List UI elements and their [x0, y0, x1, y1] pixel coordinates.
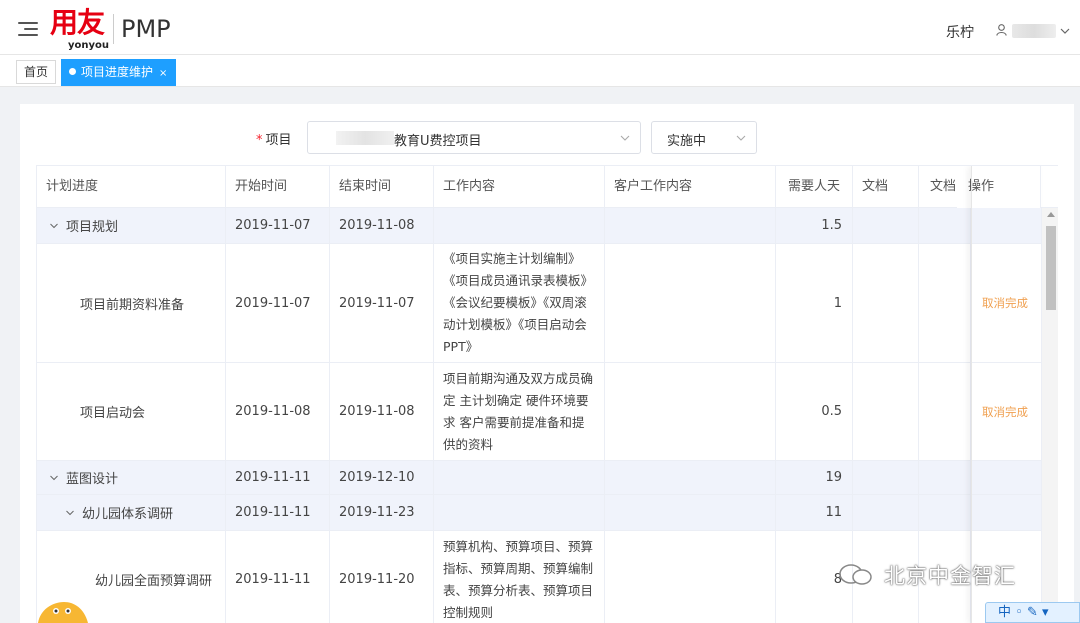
table-row[interactable]: 项目规划 2019-11-07 2019-11-08 1.5	[37, 208, 1041, 244]
table-row[interactable]: 项目前期资料准备 2019-11-07 2019-11-07 《项目实施主计划编…	[37, 244, 1041, 363]
menu-icon[interactable]	[18, 22, 38, 36]
chevron-down-icon[interactable]	[66, 509, 74, 517]
vertical-scrollbar[interactable]	[1041, 208, 1058, 623]
customer-content	[605, 363, 776, 460]
main-card: * 项目 教育U费控项目 实施中 计划进度 开始时间 结束时间 工作内容 客户工作…	[20, 104, 1074, 623]
logo-divider	[113, 14, 114, 44]
work-content	[434, 208, 605, 243]
table-row[interactable]: 项目启动会 2019-11-08 2019-11-08 项目前期沟通及双方成员确…	[37, 363, 1041, 461]
doc-cell-2	[919, 244, 971, 362]
table-header: 计划进度 开始时间 结束时间 工作内容 客户工作内容 需要人天 文档 文档 操作	[37, 166, 1058, 208]
status-select[interactable]: 实施中	[651, 121, 757, 154]
chevron-down-icon[interactable]	[50, 474, 58, 482]
col-header-plan[interactable]: 计划进度	[37, 166, 226, 208]
end-date: 2019-11-08	[330, 363, 434, 460]
table-row[interactable]: 幼儿园体系调研 2019-11-11 2019-11-23 11	[37, 495, 1041, 531]
active-dot-icon	[69, 68, 76, 75]
project-select-value: 教育U费控项目	[394, 134, 482, 149]
tab-home[interactable]: 首页	[16, 60, 57, 84]
project-filter-label: * 项目	[256, 133, 292, 148]
doc-cell	[853, 363, 919, 460]
col-header-end[interactable]: 结束时间	[330, 166, 434, 208]
user-icon[interactable]	[996, 24, 1007, 36]
tab-project-progress[interactable]: 项目进度维护 ×	[61, 59, 176, 86]
watermark-text: 北京中金智汇	[884, 564, 1016, 588]
doc-cell	[853, 461, 919, 494]
doc-cell-2	[919, 495, 971, 530]
status-select-value: 实施中	[667, 134, 707, 149]
end-date: 2019-11-08	[330, 208, 434, 243]
customer-content	[605, 531, 776, 623]
col-header-start[interactable]: 开始时间	[226, 166, 330, 208]
doc-cell-2	[919, 363, 971, 460]
work-content: 《项目实施主计划编制》《项目成员通讯录表模板》《会议纪要模板》《双周滚动计划模板…	[443, 251, 594, 354]
header-user-label[interactable]: 乐柠	[946, 22, 974, 42]
col-header-days[interactable]: 需要人天	[776, 166, 853, 208]
col-header-content[interactable]: 工作内容	[434, 166, 605, 208]
progress-table: 计划进度 开始时间 结束时间 工作内容 客户工作内容 需要人天 文档 文档 操作…	[36, 165, 1058, 623]
project-name-blurred	[336, 131, 394, 145]
tabs-bar: 首页 项目进度维护 ×	[0, 55, 1080, 87]
chevron-down-icon	[736, 135, 746, 141]
mascot-icon	[38, 602, 88, 623]
customer-content	[605, 495, 776, 530]
required-days: 1	[776, 244, 853, 362]
plan-name: 项目前期资料准备	[37, 244, 226, 362]
customer-content	[605, 244, 776, 362]
doc-cell	[853, 495, 919, 530]
work-content	[434, 495, 605, 530]
end-date: 2019-11-20	[330, 531, 434, 623]
start-date: 2019-11-07	[226, 244, 330, 362]
plan-name: 蓝图设计	[66, 472, 119, 487]
customer-content	[605, 208, 776, 243]
end-date: 2019-12-10	[330, 461, 434, 494]
plan-name: 幼儿园体系调研	[82, 507, 174, 522]
fixed-action-column	[971, 166, 1041, 623]
chevron-down-icon[interactable]	[1060, 26, 1070, 36]
col-header-doc[interactable]: 文档	[853, 166, 919, 208]
required-days: 0.5	[776, 363, 853, 460]
user-name-blurred[interactable]	[1012, 24, 1056, 38]
doc-cell-2	[919, 208, 971, 243]
doc-cell	[853, 244, 919, 362]
work-content: 预算机构、预算项目、预算指标、预算周期、预算编制表、预算分析表、预算项目控制规则	[443, 538, 594, 620]
chevron-down-icon[interactable]	[50, 222, 58, 230]
end-date: 2019-11-07	[330, 244, 434, 362]
project-select[interactable]: 教育U费控项目	[307, 121, 641, 154]
top-header: 用友 yonyou PMP 乐柠	[0, 0, 1080, 55]
start-date: 2019-11-11	[226, 495, 330, 530]
close-icon[interactable]: ×	[159, 68, 167, 79]
start-date: 2019-11-11	[226, 531, 330, 623]
required-days: 11	[776, 495, 853, 530]
work-content	[434, 461, 605, 494]
scroll-up-arrow-icon[interactable]	[1047, 212, 1055, 217]
start-date: 2019-11-11	[226, 461, 330, 494]
scroll-thumb[interactable]	[1046, 226, 1056, 310]
customer-content	[605, 461, 776, 494]
col-header-customer-content[interactable]: 客户工作内容	[605, 166, 776, 208]
plan-name: 项目规划	[66, 220, 119, 235]
app-name: PMP	[121, 15, 171, 43]
start-date: 2019-11-08	[226, 363, 330, 460]
start-date: 2019-11-07	[226, 208, 330, 243]
required-days: 1.5	[776, 208, 853, 243]
doc-cell	[853, 208, 919, 243]
work-content: 项目前期沟通及双方成员确定 主计划确定 硬件环境要求 客户需要前提准备和提供的资…	[443, 370, 594, 452]
ime-toolbar[interactable]: 中 ◦ ✎ ▾	[985, 602, 1080, 623]
end-date: 2019-11-23	[330, 495, 434, 530]
plan-name: 项目启动会	[37, 363, 226, 460]
chevron-down-icon	[620, 135, 630, 141]
wechat-icon	[839, 564, 872, 585]
doc-cell-2	[919, 461, 971, 494]
table-row[interactable]: 蓝图设计 2019-11-11 2019-12-10 19	[37, 461, 1041, 495]
yonyou-logo[interactable]: 用友 yonyou	[50, 8, 110, 52]
required-days: 19	[776, 461, 853, 494]
